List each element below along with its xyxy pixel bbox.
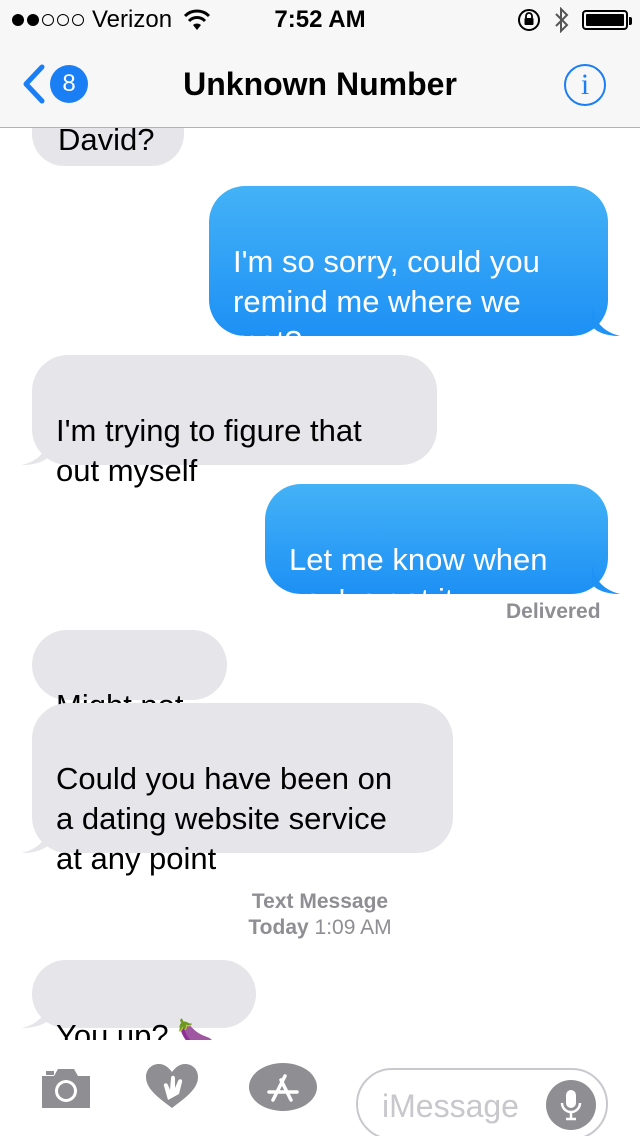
message-bubble-received[interactable]: I'm trying to figure that out myself [32, 355, 437, 488]
info-button[interactable]: i [564, 64, 606, 106]
chevron-left-icon [23, 64, 45, 104]
app-store-icon[interactable] [248, 1062, 318, 1112]
bubble-tail [592, 564, 620, 594]
unread-count-badge: 8 [50, 65, 88, 103]
bubble-tail [22, 435, 50, 465]
navigation-bar: 8 Unknown Number i [0, 40, 640, 128]
message-input-bar: iMessage [0, 1040, 640, 1136]
delivered-status: Delivered [506, 600, 601, 623]
message-bubble-received[interactable]: Might not [32, 630, 227, 723]
message-timestamp: Text Message Today 1:09 AM [0, 889, 640, 941]
battery-nub [629, 17, 632, 25]
message-bubble-sent[interactable]: I'm so sorry, could you remind me where … [209, 186, 608, 359]
camera-icon[interactable] [38, 1062, 94, 1112]
microphone-icon [560, 1090, 582, 1121]
bubble-tail [22, 823, 50, 853]
bubble-tail [592, 306, 620, 336]
conversation-transcript: David? I'm so sorry, could you remind me… [0, 0, 640, 1136]
status-right [516, 6, 632, 34]
message-bubble-received[interactable]: Could you have been on a dating website … [32, 703, 453, 876]
digital-touch-icon[interactable] [144, 1062, 200, 1112]
timestamp-time: 1:09 AM [314, 916, 392, 939]
timestamp-datetime: Today 1:09 AM [0, 915, 640, 941]
imessage-placeholder: iMessage [382, 1088, 519, 1124]
status-bar: Verizon 7:52 AM [0, 0, 640, 40]
imessage-input[interactable]: iMessage [356, 1068, 608, 1136]
message-bubble-received[interactable]: You up? 🍆 [32, 960, 256, 1053]
microphone-button[interactable] [546, 1080, 596, 1130]
timestamp-day: Today [248, 916, 309, 939]
message-text: Could you have been on a dating website … [56, 761, 393, 876]
bubble-tail [22, 998, 50, 1028]
bluetooth-icon [555, 7, 569, 33]
message-text: I'm trying to figure that out myself [56, 413, 362, 488]
conversation-title: Unknown Number [183, 66, 457, 102]
message-text: I'm so sorry, could you remind me where … [233, 244, 540, 359]
timestamp-service: Text Message [251, 890, 389, 913]
battery-fill [586, 14, 624, 26]
message-bubble-sent[interactable]: Let me know when you've got it. [265, 484, 608, 617]
battery-icon [582, 10, 632, 30]
back-button[interactable]: 8 [22, 62, 88, 106]
orientation-lock-icon [518, 9, 540, 31]
